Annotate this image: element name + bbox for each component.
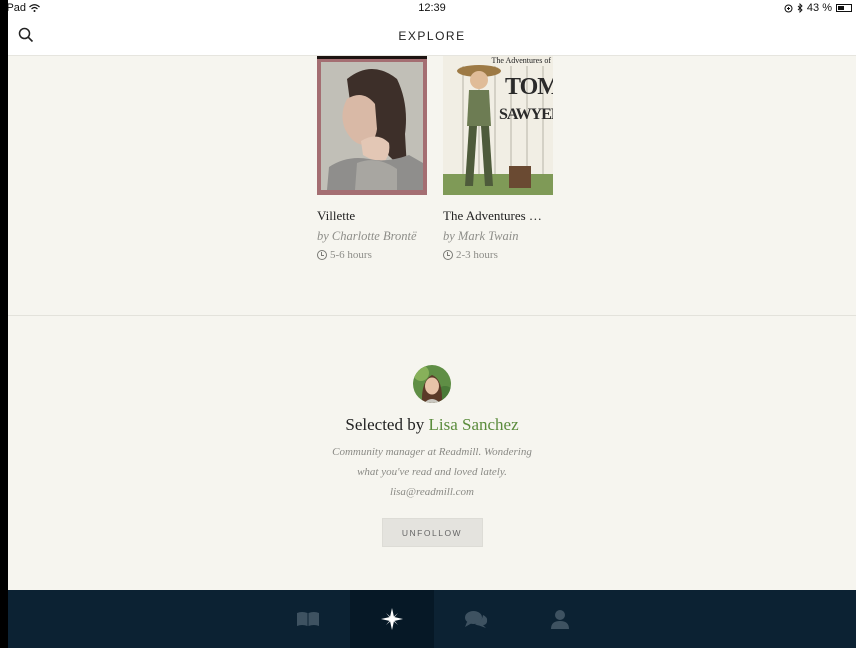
tab-profile[interactable] xyxy=(518,590,602,648)
selected-by-label: Selected by xyxy=(345,415,429,434)
book-cover[interactable] xyxy=(317,56,427,195)
book-author[interactable]: by Mark Twain xyxy=(443,229,555,244)
compass-star-icon xyxy=(381,608,403,630)
bluetooth-icon xyxy=(797,3,803,13)
portrait-image xyxy=(321,62,423,190)
curator-heading: Selected by Lisa Sanchez xyxy=(8,415,856,435)
book-author[interactable]: by Charlotte Brontë xyxy=(317,229,429,244)
app-screen: iPad 12:39 43 % EXPLORE xyxy=(8,0,856,648)
book-title[interactable]: The Adventures … xyxy=(443,208,555,224)
avatar-image xyxy=(413,365,451,403)
reading-time: 5-6 hours xyxy=(317,249,429,261)
cover-caption: The Adventures of xyxy=(491,56,551,65)
status-bar: iPad 12:39 43 % xyxy=(8,0,856,18)
tab-library[interactable] xyxy=(266,590,350,648)
avatar[interactable] xyxy=(413,365,451,403)
unfollow-button[interactable]: UNFOLLOW xyxy=(381,518,483,547)
curator-name-link[interactable]: Lisa Sanchez xyxy=(428,415,518,434)
book-title[interactable]: Villette xyxy=(317,208,429,224)
book-card-tom-sawyer[interactable]: The Adventures of TOM SAWYER The Adventu… xyxy=(443,56,555,261)
user-icon xyxy=(551,610,569,629)
battery-percent: 43 % xyxy=(806,2,832,14)
status-right: 43 % xyxy=(784,2,852,14)
reading-time-label: 2-3 hours xyxy=(456,249,498,261)
book-cover[interactable]: The Adventures of TOM SAWYER xyxy=(443,56,553,195)
reading-time-label: 5-6 hours xyxy=(330,249,372,261)
clock-icon xyxy=(443,250,453,260)
tab-conversations[interactable] xyxy=(434,590,518,648)
clock-icon xyxy=(317,250,327,260)
curator-bio: Community manager at Readmill. Wondering… xyxy=(332,446,532,498)
status-time: 12:39 xyxy=(418,2,446,14)
chat-icon xyxy=(465,611,488,628)
cover-title-tom: TOM xyxy=(505,74,553,100)
location-lock-icon xyxy=(784,4,793,12)
tab-explore[interactable] xyxy=(350,590,434,648)
tab-bar xyxy=(8,590,856,648)
cover-title-sawyer: SAWYER xyxy=(499,106,553,123)
curator-section: Selected by Lisa Sanchez Community manag… xyxy=(8,365,856,547)
page-title: EXPLORE xyxy=(398,29,466,43)
section-divider xyxy=(8,315,856,316)
battery-icon xyxy=(836,4,852,12)
book-icon xyxy=(297,612,319,626)
reading-time: 2-3 hours xyxy=(443,249,555,261)
nav-bar: EXPLORE xyxy=(8,18,856,56)
book-card-villette[interactable]: Villette by Charlotte Brontë 5-6 hours xyxy=(317,56,429,261)
